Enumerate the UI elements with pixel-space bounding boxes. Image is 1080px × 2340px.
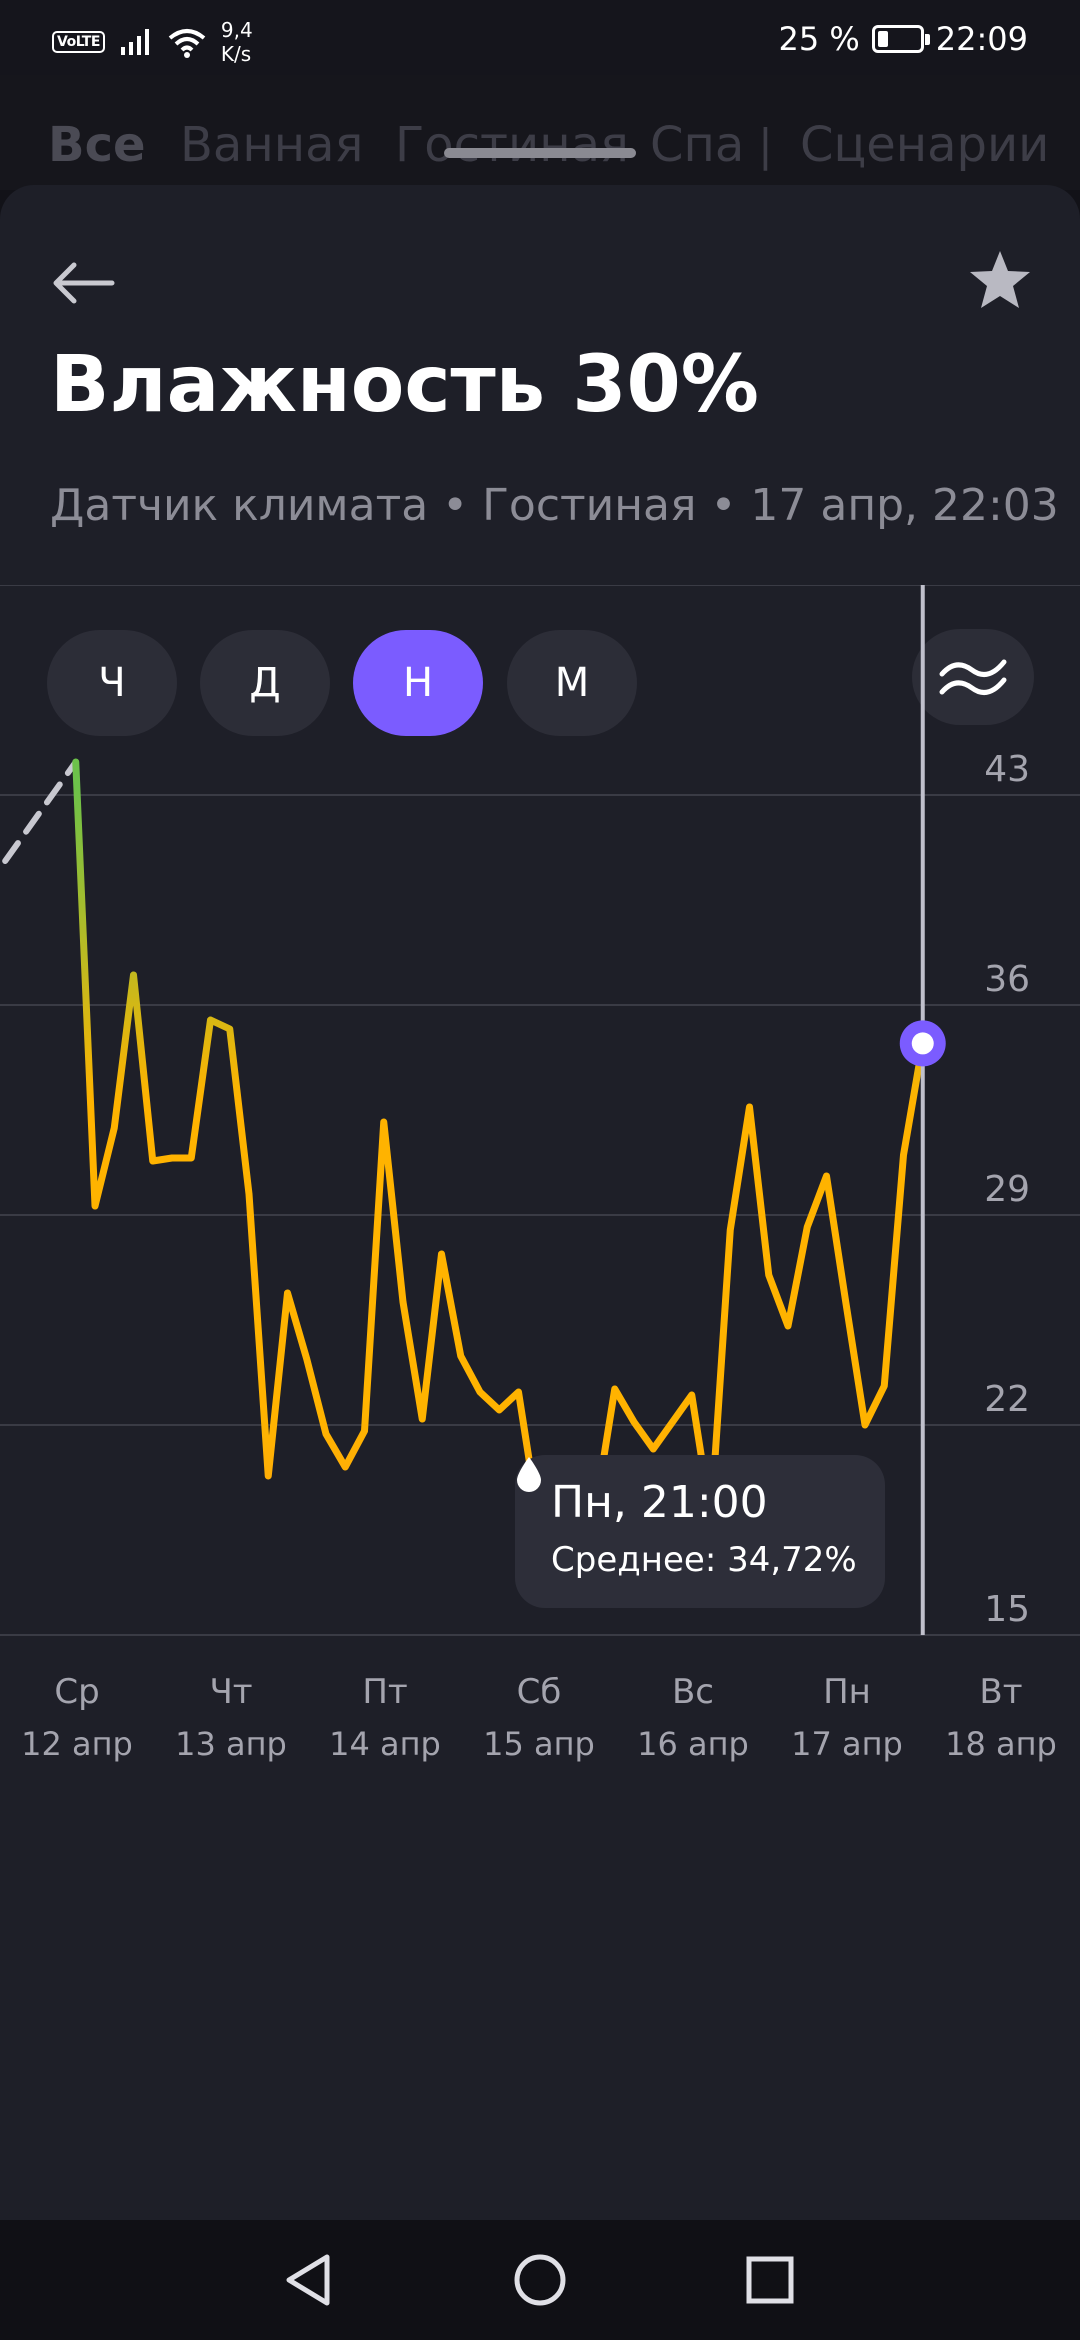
bg-tab-bathroom[interactable]: Ванная — [180, 117, 363, 173]
circle-home-icon — [514, 2254, 566, 2306]
chart-tooltip: Пн, 21:00 Среднее: 34,72% — [515, 1455, 885, 1608]
y-tick-label: 22 — [984, 1379, 1030, 1420]
wifi-icon — [168, 29, 206, 58]
x-tick-weekday: Сб — [517, 1672, 562, 1712]
y-tick-label: 43 — [984, 749, 1030, 790]
bg-tab-living-room[interactable]: Гостиная — [395, 117, 629, 173]
battery-fill — [877, 31, 888, 47]
star-icon — [970, 251, 1030, 308]
x-tick-weekday: Чт — [209, 1672, 252, 1712]
bg-tab-bedroom[interactable]: Спа — [650, 117, 744, 173]
page-title: Влажность 30% — [50, 340, 759, 430]
x-tick-date: 14 апр — [329, 1725, 441, 1763]
y-tick-label: 15 — [984, 1589, 1030, 1630]
sheet-drag-handle[interactable] — [444, 148, 636, 158]
chart-canvas[interactable]: 43 36 29 22 15 Ср 12 апр Чт 13 апр Пт 14 апр Сб 15 … — [0, 585, 1080, 1985]
chart-series — [2, 758, 927, 1522]
favorite-button[interactable] — [950, 230, 1050, 330]
x-tick-date: 13 апр — [175, 1725, 287, 1763]
x-tick-weekday: Вс — [672, 1672, 714, 1712]
x-tick-date: 12 апр — [21, 1725, 133, 1763]
x-tick-weekday: Вт — [979, 1672, 1022, 1712]
y-axis-labels: 43 36 29 22 15 — [984, 749, 1030, 1630]
drop-icon — [517, 1457, 541, 1492]
x-tick-date: 17 апр — [791, 1725, 903, 1763]
bg-tab-scenarios[interactable]: Сценарии — [800, 117, 1049, 173]
back-button[interactable] — [40, 240, 125, 325]
tooltip-average: Среднее: 34,72% — [551, 1540, 857, 1580]
signal-icon — [120, 29, 149, 55]
page-subtitle: Датчик климата • Гостиная • 17 апр, 22:0… — [50, 480, 1059, 531]
system-nav-bar — [0, 2220, 1080, 2340]
status-left: VoLTE 9,4 K/s — [52, 18, 253, 66]
tooltip-time: Пн, 21:00 — [551, 1477, 768, 1528]
x-tick-weekday: Ср — [54, 1672, 99, 1712]
cursor-point-inner — [911, 1032, 934, 1055]
clock: 22:09 — [935, 20, 1028, 58]
arrow-left-icon — [53, 262, 114, 303]
x-tick-date: 16 апр — [637, 1725, 749, 1763]
network-speed-unit: K/s — [220, 42, 252, 66]
y-tick-label: 36 — [984, 959, 1030, 1000]
background-room-tabs: Все Ванная Гостиная Спа | Сценарии — [0, 75, 1080, 190]
nav-back-button[interactable] — [268, 2245, 348, 2315]
network-speed: 9,4 K/s — [221, 18, 253, 66]
square-recents-icon — [746, 2256, 794, 2304]
chart-cursor[interactable] — [899, 585, 946, 1635]
network-speed-value: 9,4 — [220, 18, 253, 42]
series-line-dashed — [2, 759, 79, 864]
x-tick-weekday: Пн — [823, 1672, 871, 1712]
x-tick-date: 18 апр — [945, 1725, 1057, 1763]
humidity-chart[interactable]: 43 36 29 22 15 Ср 12 апр Чт 13 апр Пт 14 апр Сб 15 … — [0, 585, 1080, 1985]
x-axis-labels: Ср 12 апр Чт 13 апр Пт 14 апр Сб 15 апр Вс 16 апр… — [21, 1672, 1057, 1763]
volte-icon: VoLTE — [52, 31, 105, 53]
series-line — [72, 758, 927, 1522]
bg-tab-all[interactable]: Все — [48, 117, 146, 173]
battery-percent: 25 % — [778, 20, 860, 58]
status-right: 25 % 22:09 — [778, 20, 1028, 58]
nav-recents-button[interactable] — [730, 2245, 810, 2315]
x-tick-date: 15 апр — [483, 1725, 595, 1763]
battery-icon — [871, 25, 930, 53]
nav-home-button[interactable] — [500, 2245, 580, 2315]
triangle-back-icon — [286, 2254, 330, 2306]
x-tick-weekday: Пт — [362, 1672, 407, 1712]
y-tick-label: 29 — [984, 1169, 1030, 1210]
status-bar: VoLTE 9,4 K/s 25 % 22:09 — [0, 0, 1080, 75]
bg-tab-divider: | — [758, 120, 773, 171]
